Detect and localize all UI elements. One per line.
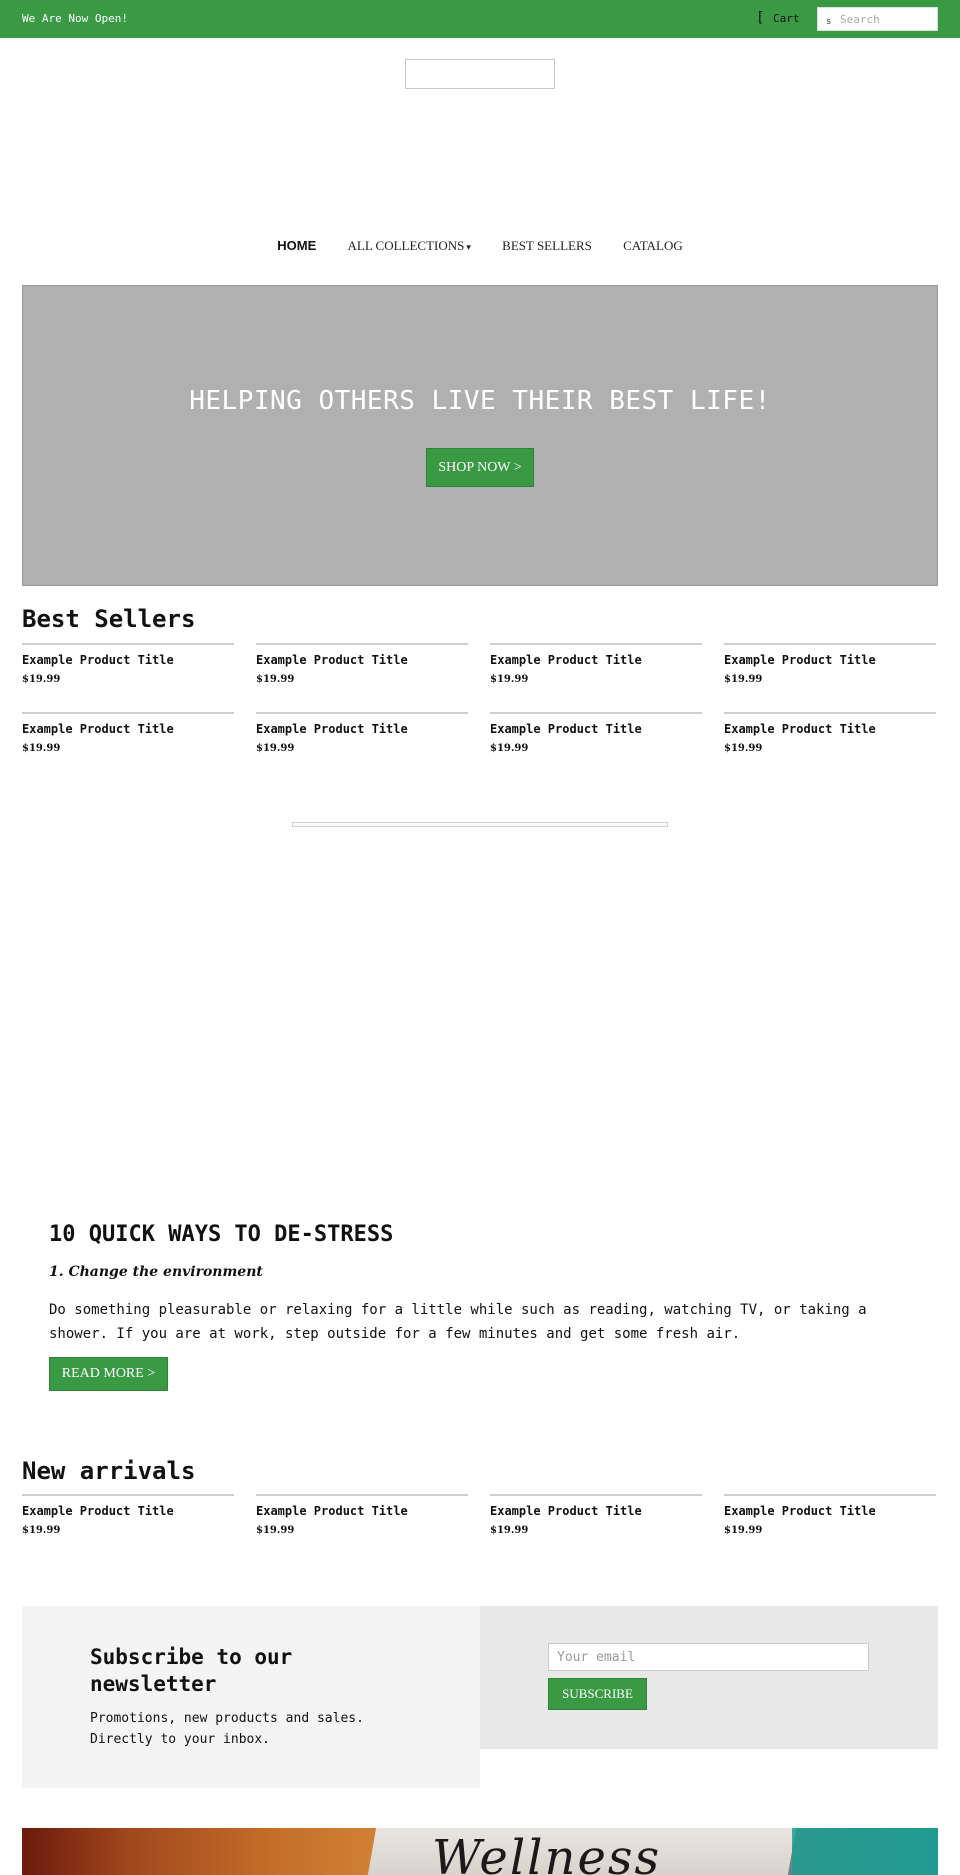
product-card[interactable]: Example Product Title $19.99 bbox=[22, 1494, 234, 1536]
product-title[interactable]: Example Product Title bbox=[724, 1504, 936, 1518]
product-title[interactable]: Example Product Title bbox=[22, 1504, 234, 1518]
main-nav: HOME ALL COLLECTIONS ▾ BEST SELLERS CATAL… bbox=[0, 238, 960, 254]
product-card[interactable]: Example Product Title $19.99 bbox=[256, 1494, 468, 1536]
hero-banner: HELPING OTHERS LIVE THEIR BEST LIFE! SHO… bbox=[22, 285, 938, 586]
new-arrivals-title: New arrivals bbox=[22, 1457, 196, 1485]
nav-item-all-collections-label: ALL COLLECTIONS bbox=[347, 238, 465, 253]
site-logo[interactable] bbox=[405, 59, 555, 89]
read-more-button[interactable]: READ MORE > bbox=[49, 1357, 168, 1391]
newsletter-form: SUBSCRIBE bbox=[480, 1606, 938, 1749]
product-title[interactable]: Example Product Title bbox=[490, 1504, 702, 1518]
product-price: $19.99 bbox=[22, 674, 61, 685]
product-price: $19.99 bbox=[256, 743, 295, 754]
search-icon[interactable]: s bbox=[826, 17, 831, 27]
product-title[interactable]: Example Product Title bbox=[256, 653, 468, 667]
product-price: $19.99 bbox=[724, 1525, 763, 1536]
search-input[interactable] bbox=[840, 10, 934, 28]
nav-item-best-sellers[interactable]: BEST SELLERS bbox=[502, 238, 592, 254]
search-box[interactable]: s bbox=[817, 7, 938, 31]
product-title[interactable]: Example Product Title bbox=[256, 1504, 468, 1518]
chevron-down-icon: ▾ bbox=[466, 242, 471, 252]
newsletter-title: Subscribe to our newsletter bbox=[90, 1645, 293, 1696]
product-card[interactable]: Example Product Title $19.99 bbox=[724, 643, 936, 685]
product-title[interactable]: Example Product Title bbox=[724, 653, 936, 667]
nav-item-catalog[interactable]: CATALOG bbox=[623, 238, 683, 254]
product-card[interactable]: Example Product Title $19.99 bbox=[490, 1494, 702, 1536]
nav-item-all-collections[interactable]: ALL COLLECTIONS ▾ bbox=[348, 238, 471, 254]
product-title[interactable]: Example Product Title bbox=[22, 722, 234, 736]
cart-icon[interactable]: [ bbox=[756, 10, 764, 26]
cart-link[interactable]: Cart bbox=[773, 12, 800, 25]
product-price: $19.99 bbox=[22, 743, 61, 754]
product-price: $19.99 bbox=[724, 743, 763, 754]
wellness-image: Wellness bbox=[22, 1828, 938, 1875]
product-title[interactable]: Example Product Title bbox=[22, 653, 234, 667]
product-price: $19.99 bbox=[490, 1525, 529, 1536]
product-card[interactable]: Example Product Title $19.99 bbox=[256, 712, 468, 754]
product-title[interactable]: Example Product Title bbox=[490, 653, 702, 667]
hero-title: HELPING OTHERS LIVE THEIR BEST LIFE! bbox=[189, 386, 771, 416]
announcement-text: We Are Now Open! bbox=[22, 12, 128, 25]
shop-now-button[interactable]: SHOP NOW > bbox=[426, 448, 534, 487]
newsletter-text: Promotions, new products and sales. Dire… bbox=[90, 1711, 364, 1747]
product-price: $19.99 bbox=[256, 1525, 295, 1536]
product-card[interactable]: Example Product Title $19.99 bbox=[22, 643, 234, 685]
subscribe-button[interactable]: SUBSCRIBE bbox=[548, 1678, 647, 1710]
product-card[interactable]: Example Product Title $19.99 bbox=[490, 643, 702, 685]
section-divider bbox=[292, 822, 668, 827]
product-card[interactable]: Example Product Title $19.99 bbox=[724, 712, 936, 754]
product-price: $19.99 bbox=[724, 674, 763, 685]
product-title[interactable]: Example Product Title bbox=[490, 722, 702, 736]
product-price: $19.99 bbox=[256, 674, 295, 685]
product-title[interactable]: Example Product Title bbox=[256, 722, 468, 736]
product-price: $19.99 bbox=[490, 674, 529, 685]
best-sellers-title: Best Sellers bbox=[22, 605, 196, 633]
product-card[interactable]: Example Product Title $19.99 bbox=[256, 643, 468, 685]
blog-subtitle: 1. Change the environment bbox=[49, 1264, 263, 1280]
product-price: $19.99 bbox=[490, 743, 529, 754]
announcement-bar: We Are Now Open! [ Cart s bbox=[0, 0, 960, 38]
blog-title: 10 QUICK WAYS TO DE-STRESS bbox=[49, 1222, 394, 1247]
wellness-image-text: Wellness bbox=[432, 1830, 662, 1875]
product-price: $19.99 bbox=[22, 1525, 61, 1536]
product-title[interactable]: Example Product Title bbox=[724, 722, 936, 736]
product-card[interactable]: Example Product Title $19.99 bbox=[22, 712, 234, 754]
product-card[interactable]: Example Product Title $19.99 bbox=[724, 1494, 936, 1536]
newsletter-info: Subscribe to our newsletter Promotions, … bbox=[22, 1606, 480, 1788]
product-card[interactable]: Example Product Title $19.99 bbox=[490, 712, 702, 754]
email-field[interactable] bbox=[548, 1643, 869, 1671]
blog-body: Do something pleasurable or relaxing for… bbox=[49, 1302, 867, 1342]
measuring-tape bbox=[792, 1828, 938, 1875]
nav-item-home[interactable]: HOME bbox=[277, 238, 316, 253]
